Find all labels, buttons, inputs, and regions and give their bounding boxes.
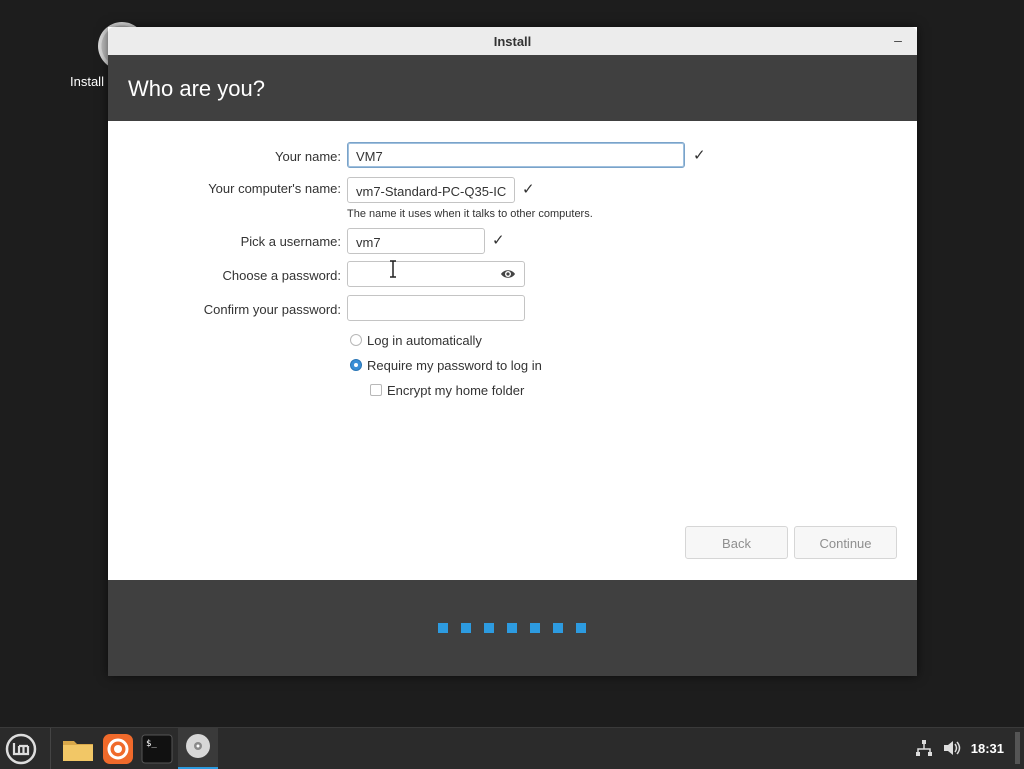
window-title: Install — [493, 34, 532, 49]
progress-footer — [108, 580, 917, 676]
computer-name-label: Your computer's name: — [208, 181, 341, 196]
your-name-field[interactable]: VM7 — [347, 142, 685, 168]
show-desktop-button[interactable] — [1015, 732, 1020, 764]
volume-icon[interactable] — [942, 739, 962, 757]
firefox-icon[interactable] — [101, 732, 135, 766]
progress-step — [576, 623, 586, 633]
your-name-label: Your name: — [274, 149, 341, 164]
terminal-icon[interactable]: $_ — [140, 732, 174, 766]
progress-step — [461, 623, 471, 633]
taskbar-divider — [50, 728, 51, 769]
computer-name-valid-icon: ✓ — [522, 181, 535, 198]
your-name-valid-icon: ✓ — [693, 147, 706, 164]
password-label: Choose a password: — [222, 268, 341, 283]
clock[interactable]: 18:31 — [971, 741, 1004, 756]
progress-step — [438, 623, 448, 633]
require-password-radio[interactable] — [350, 359, 362, 371]
progress-step — [530, 623, 540, 633]
show-password-icon[interactable] — [500, 267, 516, 281]
confirm-password-field[interactable] — [347, 295, 525, 321]
install-disc-icon — [186, 734, 210, 758]
progress-step — [484, 623, 494, 633]
login-automatically-label[interactable]: Log in automatically — [367, 333, 482, 348]
page-title: Who are you? — [128, 76, 265, 101]
back-button[interactable]: Back — [685, 526, 788, 559]
continue-button[interactable]: Continue — [794, 526, 897, 559]
page-header: Who are you? — [108, 55, 917, 121]
progress-step — [507, 623, 517, 633]
minimize-button[interactable]: – — [889, 31, 907, 49]
active-task-install[interactable] — [178, 728, 218, 769]
files-icon[interactable] — [61, 732, 95, 766]
taskbar: $_ 18:31 — [0, 727, 1024, 769]
username-label: Pick a username: — [240, 234, 341, 249]
install-desktop-label: Install — [70, 74, 104, 89]
username-valid-icon: ✓ — [492, 232, 505, 249]
network-icon[interactable] — [915, 739, 933, 757]
confirm-password-label: Confirm your password: — [203, 302, 341, 317]
require-password-label[interactable]: Require my password to log in — [367, 358, 542, 373]
progress-step — [553, 623, 563, 633]
progress-steps — [438, 623, 586, 633]
username-field[interactable]: vm7 — [347, 228, 485, 254]
mint-menu-icon[interactable] — [4, 732, 38, 766]
text-cursor-icon — [390, 260, 396, 278]
computer-name-field[interactable]: vm7-Standard-PC-Q35-IC — [347, 177, 515, 203]
svg-text:$_: $_ — [146, 739, 157, 749]
titlebar[interactable]: Install – — [108, 27, 917, 55]
login-automatically-radio[interactable] — [350, 334, 362, 346]
installer-window: Install – Who are you? Your name: VM7 ✓ … — [108, 27, 917, 676]
password-field[interactable] — [347, 261, 525, 287]
computer-name-hint: The name it uses when it talks to other … — [347, 208, 593, 220]
encrypt-home-checkbox[interactable] — [370, 384, 382, 396]
encrypt-home-label[interactable]: Encrypt my home folder — [387, 383, 524, 398]
